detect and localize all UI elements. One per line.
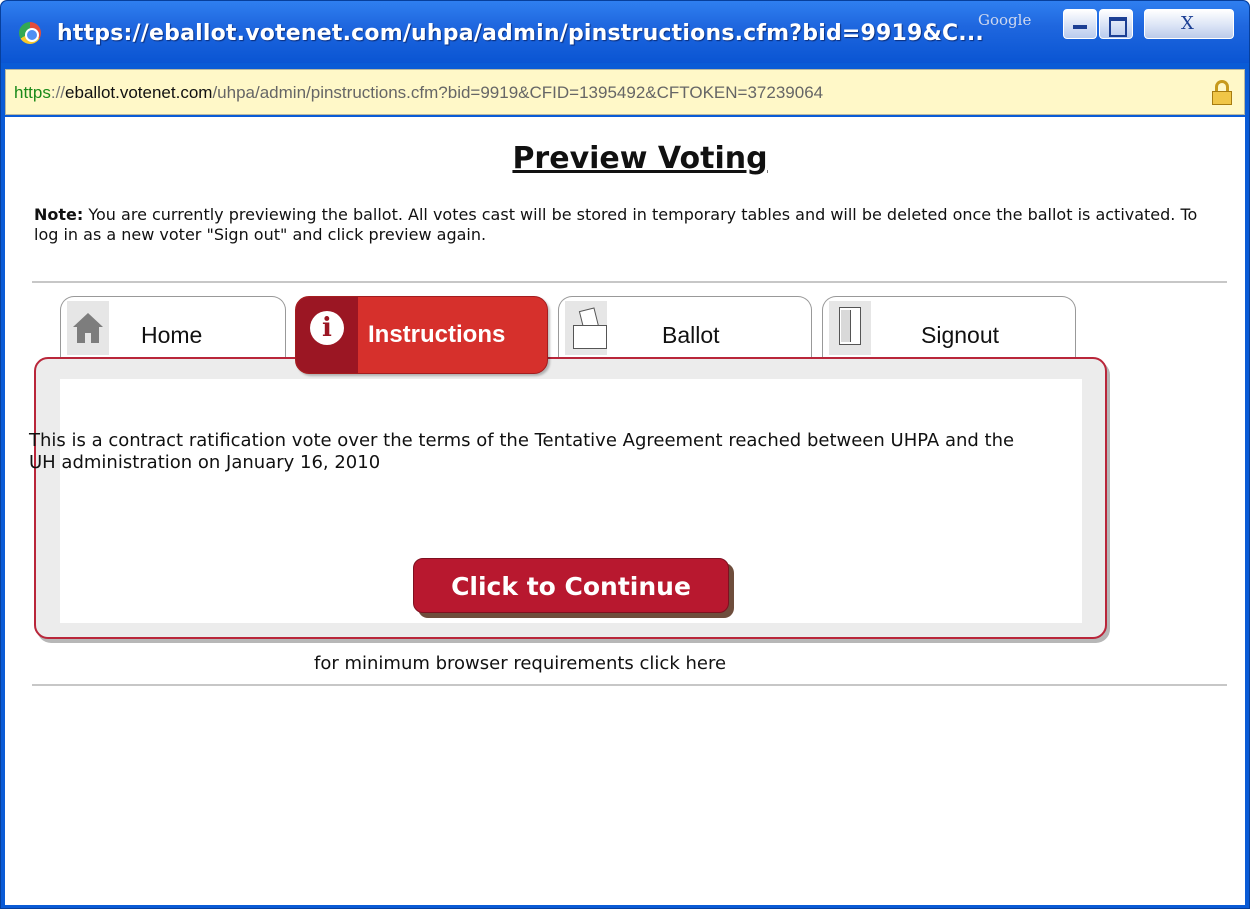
url-path: /uhpa/admin/pinstructions.cfm?bid=9919&C… — [212, 83, 824, 102]
url-domain: eballot.votenet.com — [65, 83, 213, 102]
home-icon-box — [67, 301, 109, 355]
tab-ballot[interactable]: Ballot — [558, 296, 812, 358]
door-icon-box — [829, 301, 871, 355]
tab-signout[interactable]: Signout — [822, 296, 1076, 358]
tab-home-label: Home — [141, 322, 203, 348]
maximize-button[interactable] — [1099, 9, 1133, 39]
instructions-text: This is a contract ratification vote ove… — [29, 430, 1015, 473]
lock-icon[interactable] — [1212, 80, 1232, 105]
info-icon-box: i — [296, 297, 358, 373]
page-title: Preview Voting — [512, 141, 768, 176]
door-icon — [839, 307, 861, 345]
url-scheme: https — [14, 83, 51, 102]
divider-bottom — [32, 684, 1227, 686]
ballot-icon — [573, 307, 607, 349]
tab-signout-label: Signout — [921, 322, 1000, 348]
info-icon: i — [310, 311, 344, 345]
ballot-icon-box — [565, 301, 607, 355]
home-icon — [73, 313, 103, 343]
url-separator: :// — [50, 83, 66, 102]
window-title: https://eballot.votenet.com/uhpa/admin/p… — [57, 21, 984, 46]
preview-note: Note: You are currently previewing the b… — [34, 205, 1214, 245]
browser-window: https://eballot.votenet.com/uhpa/admin/p… — [0, 0, 1250, 909]
note-label: Note: — [34, 205, 84, 224]
tab-home[interactable]: Home — [60, 296, 286, 358]
url-text[interactable]: https://eballot.votenet.com/uhpa/admin/p… — [14, 83, 823, 103]
page-content: Preview Voting Note: You are currently p… — [5, 117, 1245, 905]
tab-instructions-label: Instructions — [368, 321, 506, 348]
tab-instructions[interactable]: i Instructions — [295, 296, 548, 374]
note-text: You are currently previewing the ballot.… — [34, 205, 1198, 244]
google-label: Google — [978, 11, 1032, 29]
tab-ballot-label: Ballot — [662, 322, 720, 348]
browser-requirements-link[interactable]: for minimum browser requirements click h… — [314, 653, 726, 674]
continue-button[interactable]: Click to Continue — [413, 558, 729, 613]
minimize-button[interactable] — [1063, 9, 1097, 39]
browser-icon — [19, 22, 41, 44]
divider-top — [32, 281, 1227, 283]
close-button[interactable] — [1144, 9, 1234, 39]
title-bar[interactable]: https://eballot.votenet.com/uhpa/admin/p… — [1, 1, 1249, 63]
address-bar[interactable]: https://eballot.votenet.com/uhpa/admin/p… — [5, 69, 1245, 115]
